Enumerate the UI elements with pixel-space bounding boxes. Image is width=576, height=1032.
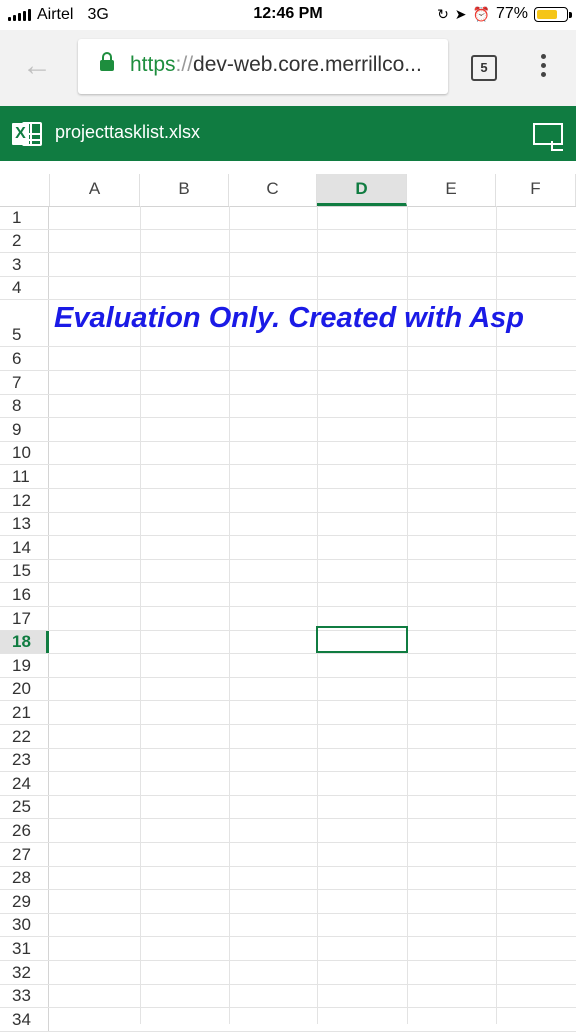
- row-header-19[interactable]: 19: [0, 654, 49, 677]
- row-header-11[interactable]: 11: [0, 465, 49, 488]
- excel-logo-icon: X: [12, 120, 42, 148]
- table-row: 34: [0, 1008, 576, 1032]
- row-header-20[interactable]: 20: [0, 677, 49, 701]
- present-mode-icon[interactable]: [533, 123, 563, 151]
- table-row: 9: [0, 418, 576, 442]
- table-row: 31: [0, 937, 576, 961]
- column-header-a[interactable]: A: [50, 174, 140, 206]
- status-right: ↻ ➤ ⏰ 77%: [437, 5, 572, 23]
- tab-switcher-button[interactable]: 5: [471, 55, 497, 81]
- row-header-7[interactable]: 7: [0, 371, 49, 394]
- table-row: 1: [0, 206, 576, 230]
- row-header-28[interactable]: 28: [0, 866, 49, 890]
- column-header-c[interactable]: C: [229, 174, 317, 206]
- table-row: 29: [0, 890, 576, 914]
- more-menu-icon[interactable]: [538, 54, 548, 82]
- column-header-row: ABCDEF: [0, 174, 576, 207]
- evaluation-watermark-text[interactable]: Evaluation Only. Created with Asp: [54, 302, 576, 335]
- table-row: 21: [0, 701, 576, 725]
- row-header-25[interactable]: 25: [0, 795, 49, 819]
- table-row: 14: [0, 536, 576, 560]
- row-header-26[interactable]: 26: [0, 819, 49, 842]
- row-header-12[interactable]: 12: [0, 489, 49, 512]
- row-header-24[interactable]: 24: [0, 772, 49, 795]
- location-icon: ➤: [454, 5, 467, 22]
- select-all-corner[interactable]: [0, 174, 50, 206]
- table-row: 12: [0, 489, 576, 513]
- table-row: 19: [0, 654, 576, 678]
- table-row: 8: [0, 394, 576, 419]
- table-row: 4: [0, 276, 576, 301]
- orientation-lock-icon: ↻: [437, 5, 449, 22]
- table-row: 33: [0, 984, 576, 1009]
- file-name: projecttasklist.xlsx: [55, 122, 201, 142]
- row-header-17[interactable]: 17: [0, 607, 49, 630]
- row-header-29[interactable]: 29: [0, 890, 49, 913]
- row-header-32[interactable]: 32: [0, 961, 49, 984]
- row-header-23[interactable]: 23: [0, 748, 49, 772]
- row-header-3[interactable]: 3: [0, 253, 49, 276]
- row-header-5[interactable]: 5: [0, 300, 49, 347]
- table-row: 20: [0, 677, 576, 702]
- url-separator: ://: [175, 53, 194, 76]
- row-header-9[interactable]: 9: [0, 418, 49, 441]
- row-header-33[interactable]: 33: [0, 984, 49, 1008]
- active-cell-d18[interactable]: [316, 626, 408, 653]
- column-header-f[interactable]: F: [496, 174, 576, 206]
- table-row: 7: [0, 371, 576, 395]
- table-row: 15: [0, 559, 576, 584]
- status-bar: Airtel 3G 12:46 PM ↻ ➤ ⏰ 77%: [0, 0, 576, 30]
- row-header-22[interactable]: 22: [0, 725, 49, 748]
- row-header-8[interactable]: 8: [0, 394, 49, 418]
- row-header-18[interactable]: 18: [0, 630, 49, 654]
- row-header-30[interactable]: 30: [0, 913, 49, 937]
- table-row: 23: [0, 748, 576, 773]
- row-header-13[interactable]: 13: [0, 512, 49, 536]
- column-header-d[interactable]: D: [317, 174, 407, 206]
- row-header-4[interactable]: 4: [0, 276, 49, 300]
- url-host: dev-web.core.merrillco...: [193, 53, 422, 76]
- alarm-icon: ⏰: [472, 5, 490, 22]
- column-header-e[interactable]: E: [407, 174, 496, 206]
- row-header-1[interactable]: 1: [0, 206, 49, 229]
- table-row: 22: [0, 725, 576, 749]
- row-header-34[interactable]: 34: [0, 1008, 49, 1031]
- row-header-31[interactable]: 31: [0, 937, 49, 960]
- lock-icon: [100, 52, 114, 71]
- table-row: 32: [0, 961, 576, 985]
- table-row: 6: [0, 347, 576, 371]
- table-row: 18: [0, 630, 576, 655]
- table-row: 26: [0, 819, 576, 843]
- table-row: 10: [0, 441, 576, 466]
- back-arrow-icon[interactable]: ←: [22, 51, 56, 82]
- battery-icon: [534, 6, 572, 22]
- table-row: 11: [0, 465, 576, 489]
- row-header-6[interactable]: 6: [0, 347, 49, 370]
- table-row: 28: [0, 866, 576, 891]
- table-row: 2: [0, 229, 576, 254]
- table-row: 3: [0, 253, 576, 277]
- row-header-16[interactable]: 16: [0, 583, 49, 606]
- battery-percent: 77%: [495, 5, 528, 22]
- table-row: 16: [0, 583, 576, 607]
- battery-fill: [537, 9, 558, 19]
- column-header-b[interactable]: B: [140, 174, 229, 206]
- url-scheme: https: [130, 53, 176, 76]
- browser-toolbar: ← https://dev-web.core.merrillco... 5: [0, 30, 576, 106]
- row-header-2[interactable]: 2: [0, 229, 49, 253]
- row-header-10[interactable]: 10: [0, 441, 49, 465]
- url-text[interactable]: https://dev-web.core.merrillco...: [130, 53, 440, 77]
- table-row: 24: [0, 772, 576, 796]
- excel-header: X projecttasklist.xlsx: [0, 106, 576, 161]
- table-row: 25: [0, 795, 576, 820]
- table-row: 13: [0, 512, 576, 537]
- table-row: 30: [0, 913, 576, 938]
- url-bar[interactable]: https://dev-web.core.merrillco...: [78, 39, 448, 94]
- table-row: 17: [0, 607, 576, 631]
- row-header-15[interactable]: 15: [0, 559, 49, 583]
- row-header-27[interactable]: 27: [0, 843, 49, 866]
- row-header-21[interactable]: 21: [0, 701, 49, 724]
- row-header-14[interactable]: 14: [0, 536, 49, 559]
- table-row: 27: [0, 843, 576, 867]
